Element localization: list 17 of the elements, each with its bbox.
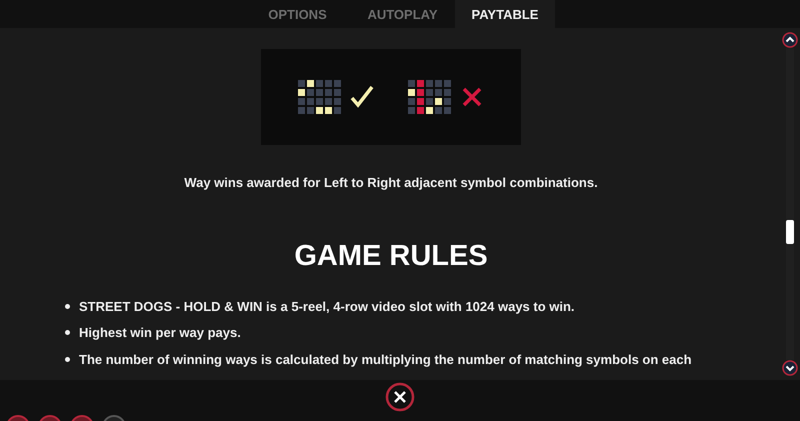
bullet-icon	[65, 330, 70, 336]
rule-text: The number of winning ways is calculated by multiplying the number of matching symbols on each	[79, 352, 692, 367]
reel-grid-icon	[298, 80, 341, 114]
scrollbar-thumb[interactable]	[786, 220, 794, 244]
close-button[interactable]	[385, 382, 415, 412]
tab[interactable]: AUTOPLAY	[350, 0, 455, 28]
tab[interactable]: PAYTABLE	[455, 0, 555, 28]
caption-text: Way wins awarded for Left to Right adjacent symbol combinations.	[184, 175, 598, 190]
rule-text: STREET DOGS - HOLD & WIN is a 5-reel, 4-row video slot with 1024 ways to win.	[79, 298, 575, 314]
reel-grid-icon	[408, 80, 451, 114]
scroll-down-button[interactable]	[782, 360, 798, 376]
bullet-icon	[65, 356, 70, 362]
tab[interactable]: OPTIONS	[245, 0, 350, 28]
scroll-up-button[interactable]	[782, 32, 798, 48]
section-heading: GAME RULES	[294, 240, 488, 273]
bullet-icon	[65, 304, 70, 309]
rule-text: Highest win per way pays.	[79, 325, 241, 340]
